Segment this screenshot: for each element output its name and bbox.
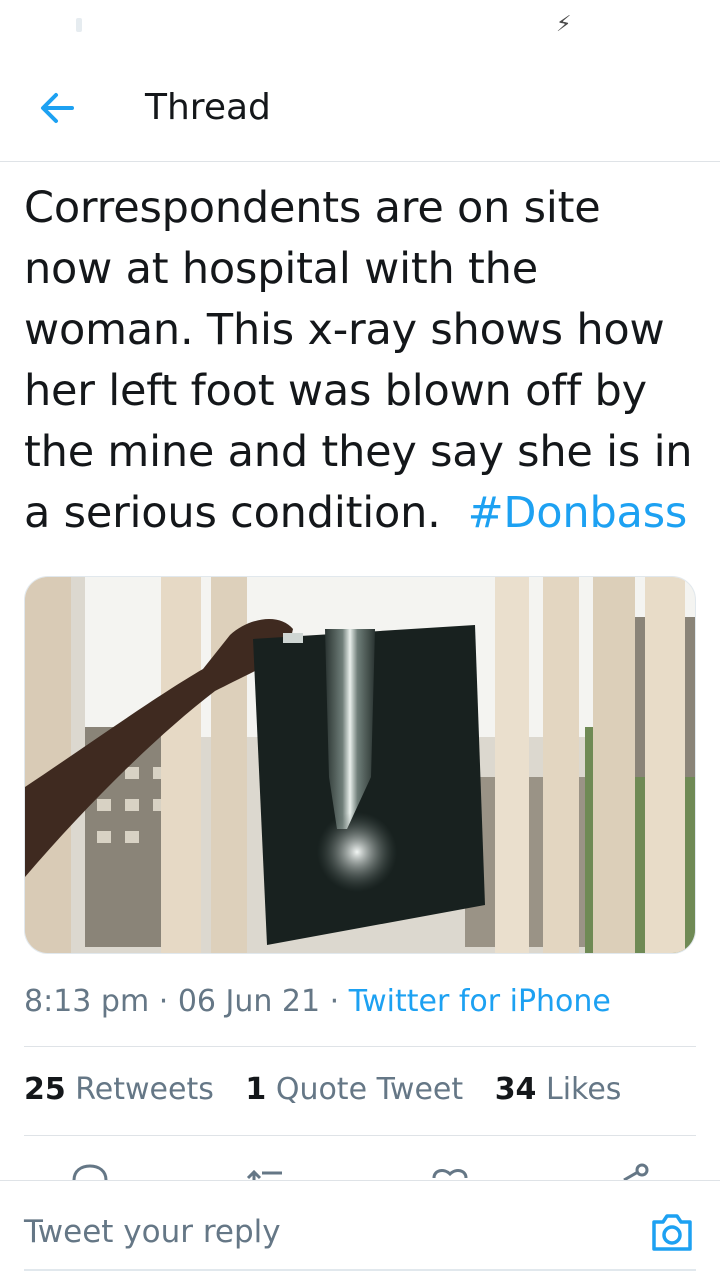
quote-tweets-stat[interactable]: 1 Quote Tweet	[245, 1068, 463, 1112]
tweet-media-photo[interactable]	[24, 576, 696, 954]
tweet-text-line: woman. This x-ray shows how	[24, 305, 665, 355]
tweet-actions	[0, 1160, 720, 1180]
likes-label: Likes	[545, 1072, 622, 1107]
back-button[interactable]	[28, 82, 84, 138]
signal-icon	[76, 18, 82, 32]
tweet-text-line: a serious condition. #Donbass	[24, 483, 704, 544]
charging-bolt-icon: ⚡︎	[556, 12, 572, 37]
retweet-button[interactable]	[244, 1160, 288, 1180]
tweet-text-line: Correspondents are on site	[24, 183, 601, 233]
quote-tweets-count: 1	[245, 1072, 267, 1107]
tweet-meta: 8:13 pm · 06 Jun 21 · Twitter for iPhone	[24, 980, 611, 1024]
quote-tweets-label: Quote Tweet	[275, 1072, 464, 1107]
page-title: Thread	[145, 87, 271, 128]
reply-icon	[72, 1164, 108, 1180]
retweets-count: 25	[24, 1072, 66, 1107]
meta-separator: ·	[329, 984, 340, 1019]
share-icon	[623, 1163, 649, 1180]
retweets-stat[interactable]: 25 Retweets	[24, 1068, 214, 1112]
retweets-label: Retweets	[75, 1072, 214, 1107]
divider	[24, 1046, 696, 1047]
tweet-text-line: the mine and they say she is in	[24, 427, 693, 477]
tweet-text-last: a serious condition.	[24, 488, 441, 538]
reply-bar: Tweet your reply	[0, 1180, 720, 1280]
tweet-date: 06 Jun 21	[177, 984, 321, 1019]
reply-button[interactable]	[68, 1160, 112, 1180]
xray-photo-image	[25, 577, 695, 953]
retweet-icon	[246, 1169, 282, 1180]
likes-count: 34	[494, 1072, 537, 1107]
likes-stat[interactable]: 34 Likes	[495, 1068, 622, 1112]
reply-input[interactable]: Tweet your reply	[24, 1209, 624, 1255]
like-icon	[432, 1169, 468, 1179]
tweet-text-line: her left foot was blown off by	[24, 366, 647, 416]
tweet-text-line: now at hospital with the	[24, 244, 538, 294]
divider	[24, 1135, 696, 1136]
share-button[interactable]	[612, 1160, 656, 1180]
like-button[interactable]	[428, 1160, 472, 1180]
tweet-time: 8:13 pm	[24, 984, 150, 1019]
camera-icon	[652, 1214, 692, 1251]
arrow-left-icon	[41, 93, 74, 123]
tweet-text: Correspondents are on site now at hospit…	[24, 178, 704, 544]
header: Thread	[0, 56, 720, 162]
status-bar: ⚡︎	[0, 0, 720, 56]
camera-button[interactable]	[648, 1209, 696, 1255]
meta-separator: ·	[158, 984, 169, 1019]
reply-underline	[24, 1269, 696, 1271]
tweet-source-link[interactable]: Twitter for iPhone	[349, 984, 611, 1019]
tweet-stats: 25 Retweets 1 Quote Tweet 34 Likes	[24, 1068, 643, 1112]
hashtag-link[interactable]: #Donbass	[468, 488, 688, 538]
